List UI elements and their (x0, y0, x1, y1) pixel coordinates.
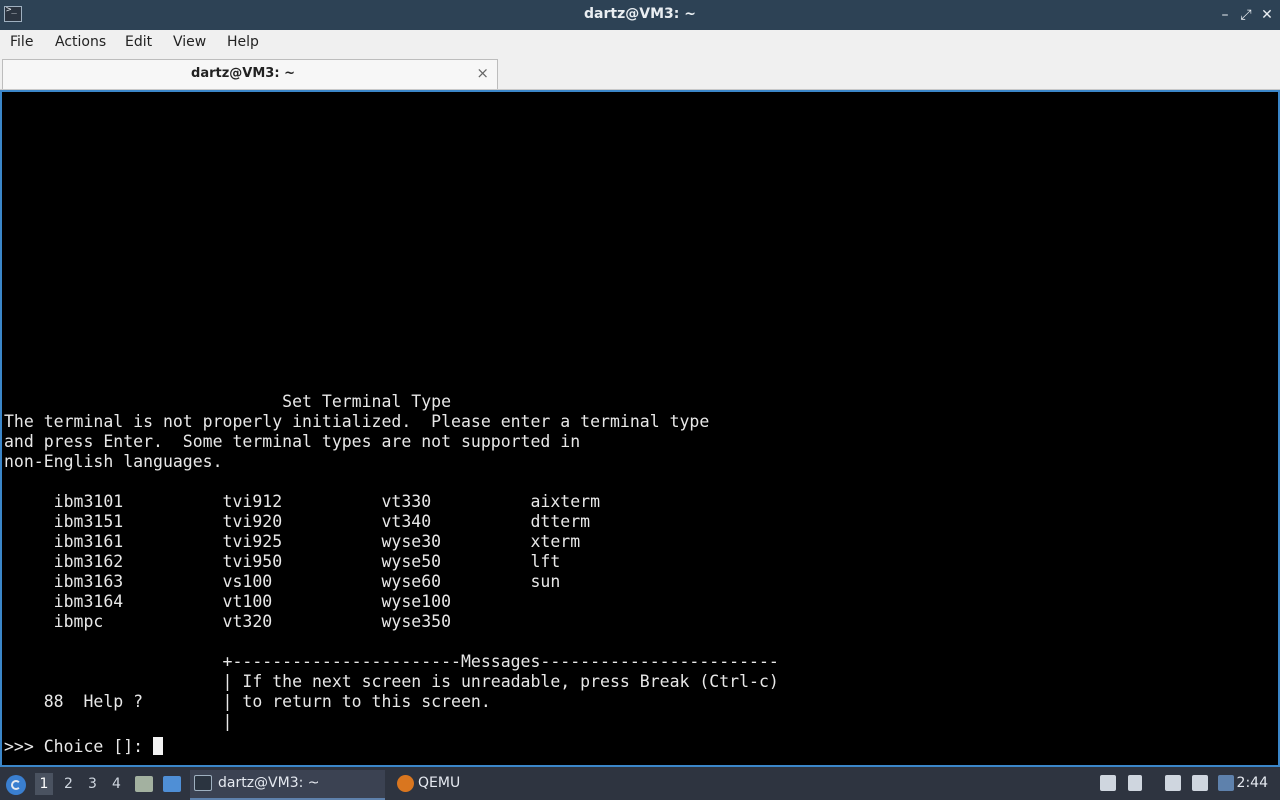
menu-help[interactable]: Help (227, 34, 259, 50)
taskbar-qemu-label: QEMU (418, 775, 461, 791)
window-title: dartz@VM3: ~ (584, 6, 696, 22)
terminal-line: +-----------------------Messages--------… (4, 652, 779, 671)
terminal-line: Set Terminal Type (4, 392, 452, 411)
menu-edit[interactable]: Edit (125, 34, 152, 50)
menu-file[interactable]: File (10, 34, 33, 50)
window-title-bar[interactable]: dartz@VM3: ~ – ⤢ ✕ (0, 0, 1280, 30)
show-desktop-icon[interactable] (163, 776, 181, 792)
workspace-4[interactable]: 4 (112, 776, 121, 792)
menu-bar: File Actions Edit View Help (0, 30, 1280, 57)
terminal-line: ibm3161 tvi925 wyse30 xterm (4, 532, 581, 551)
clipboard-icon[interactable] (1165, 775, 1181, 791)
terminal-line: ibm3101 tvi912 vt330 aixterm (4, 492, 601, 511)
terminal-line: ibmpc vt320 wyse350 (4, 612, 452, 631)
minimize-button[interactable]: – (1216, 6, 1234, 24)
terminal-line: | (4, 712, 233, 731)
terminal-line: ibm3162 tvi950 wyse50 lft (4, 552, 561, 571)
taskbar-terminal[interactable]: dartz@VM3: ~ (190, 770, 385, 800)
terminal-line: ibm3163 vs100 wyse60 sun (4, 572, 561, 591)
terminal-line: non-English languages. (4, 452, 223, 471)
close-window-button[interactable]: ✕ (1258, 6, 1276, 24)
terminal-line: ibm3164 vt100 wyse100 (4, 592, 452, 611)
terminal-line: | If the next screen is unreadable, pres… (4, 672, 779, 691)
network-icon[interactable] (1192, 775, 1208, 791)
terminal-line: and press Enter. Some terminal types are… (4, 432, 581, 451)
workspace-1[interactable]: 1 (35, 773, 53, 795)
workspace-3[interactable]: 3 (88, 776, 97, 792)
terminal-line: 88 Help ? | to return to this screen. (4, 692, 491, 711)
taskbar-qemu[interactable]: QEMU (392, 770, 512, 798)
tray-package-icon[interactable] (1100, 775, 1116, 791)
terminal-area[interactable]: >>> Choice []: Set Terminal Type The term… (0, 90, 1280, 767)
start-menu-icon[interactable] (6, 775, 26, 795)
maximize-button[interactable]: ⤢ (1237, 6, 1255, 24)
text-cursor (153, 737, 164, 755)
terminal-line: ibm3151 tvi920 vt340 dtterm (4, 512, 591, 531)
terminal-tab[interactable]: dartz@VM3: ~ × (2, 59, 498, 89)
menu-actions[interactable]: Actions (55, 34, 106, 50)
clock: 2:44 (1236, 775, 1268, 791)
tab-bar: dartz@VM3: ~ × (0, 57, 1280, 90)
prompt-text: >>> Choice []: (4, 737, 154, 756)
tab-label: dartz@VM3: ~ (191, 66, 295, 81)
taskbar-terminal-label: dartz@VM3: ~ (218, 775, 320, 791)
workspace-2[interactable]: 2 (64, 776, 73, 792)
taskbar: 1 2 3 4 dartz@VM3: ~ QEMU 2:44 (0, 767, 1280, 800)
volume-icon[interactable] (1128, 775, 1142, 791)
terminal-prompt-line[interactable]: >>> Choice []: (4, 737, 164, 757)
notification-icon[interactable] (1218, 775, 1234, 791)
qemu-icon (397, 775, 414, 792)
terminal-line: The terminal is not properly initialized… (4, 412, 710, 431)
tab-close-icon[interactable]: × (476, 64, 489, 82)
terminal-icon (194, 775, 212, 791)
menu-view[interactable]: View (173, 34, 206, 50)
file-manager-icon[interactable] (135, 776, 153, 792)
